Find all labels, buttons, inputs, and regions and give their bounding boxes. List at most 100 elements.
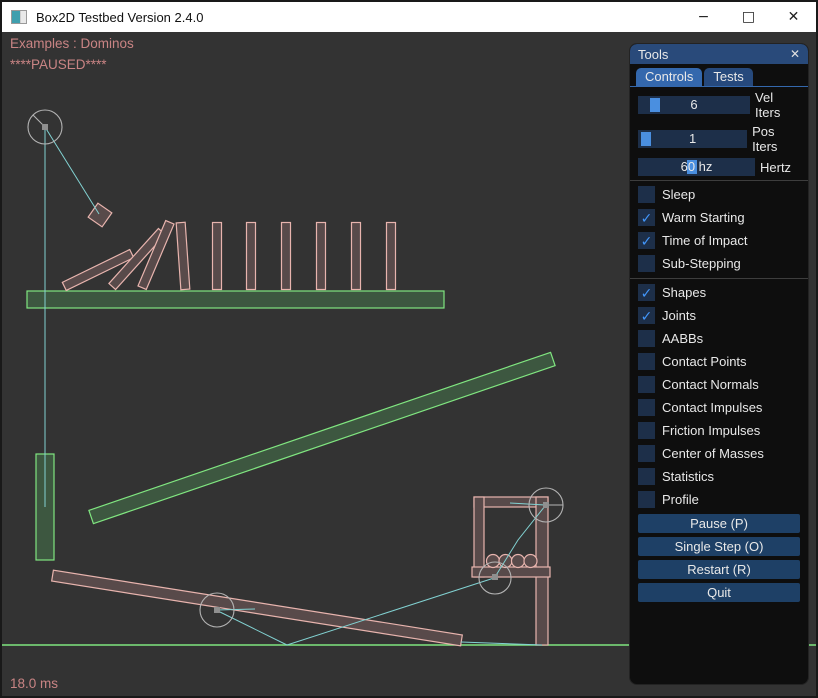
joint-line — [45, 127, 99, 214]
frame-time-label: 18.0 ms — [10, 676, 58, 691]
domino-6 — [352, 223, 361, 290]
physics-canvas[interactable]: Examples : Dominos ****PAUSED**** 18.0 m… — [2, 32, 816, 698]
tab-tests[interactable]: Tests — [704, 68, 752, 86]
separator — [630, 180, 808, 181]
checkbox-checked-icon[interactable]: ✓ — [638, 284, 655, 301]
checkbox-checked-icon[interactable]: ✓ — [638, 232, 655, 249]
close-button[interactable]: ✕ — [771, 2, 816, 32]
single-step-o-button[interactable]: Single Step (O) — [638, 537, 800, 556]
checkbox-label: Friction Impulses — [662, 423, 760, 438]
checkbox-label: Profile — [662, 492, 699, 507]
checkbox-label: Warm Starting — [662, 210, 745, 225]
checkbox-box[interactable] — [638, 376, 655, 393]
checkbox-box[interactable] — [638, 422, 655, 439]
slider-track[interactable]: 60 hz — [638, 158, 755, 176]
restart-r-button[interactable]: Restart (R) — [638, 560, 800, 579]
maximize-button[interactable]: □ — [726, 2, 771, 32]
checkbox-sleep[interactable]: Sleep — [638, 186, 800, 203]
checkbox-aabbs[interactable]: AABBs — [638, 330, 800, 347]
domino-1 — [176, 222, 190, 289]
tools-panel-header[interactable]: Tools ✕ — [630, 44, 808, 64]
slider-value: 1 — [638, 130, 747, 148]
window-title: Box2D Testbed Version 2.4.0 — [36, 10, 203, 25]
checkbox-shapes[interactable]: ✓ Shapes — [638, 284, 800, 301]
checkbox-sub-stepping[interactable]: Sub-Stepping — [638, 255, 800, 272]
panel-tabs: ControlsTests — [630, 68, 808, 87]
app-window: Box2D Testbed Version 2.4.0 − □ ✕ Exampl… — [0, 0, 818, 698]
checkbox-box[interactable] — [638, 399, 655, 416]
slider-label: Hertz — [760, 160, 791, 175]
center-marker — [492, 574, 498, 580]
checkbox-checked-icon[interactable]: ✓ — [638, 209, 655, 226]
slider-label: Vel Iters — [755, 90, 800, 120]
checkbox-time-of-impact[interactable]: ✓ Time of Impact — [638, 232, 800, 249]
checkbox-box[interactable] — [638, 353, 655, 370]
ball-4 — [524, 555, 537, 568]
quit-button[interactable]: Quit — [638, 583, 800, 602]
domino-4 — [282, 223, 291, 290]
titlebar: Box2D Testbed Version 2.4.0 − □ ✕ — [2, 2, 816, 32]
slider-track[interactable]: 6 — [638, 96, 750, 114]
checkbox-box[interactable] — [638, 445, 655, 462]
example-label: Examples : Dominos — [10, 36, 134, 51]
window-controls: − □ ✕ — [681, 2, 816, 32]
checkbox-label: Joints — [662, 308, 696, 323]
domino-2 — [213, 223, 222, 290]
pause-p-button[interactable]: Pause (P) — [638, 514, 800, 533]
checkbox-label: Statistics — [662, 469, 714, 484]
button-section: Pause (P) Single Step (O) Restart (R) Quit — [630, 514, 808, 602]
paused-label: ****PAUSED**** — [10, 57, 107, 72]
app-icon — [11, 10, 27, 24]
center-marker — [214, 607, 220, 613]
checkbox-label: Sub-Stepping — [662, 256, 741, 271]
checkbox-box[interactable] — [638, 491, 655, 508]
checkbox-label: Contact Normals — [662, 377, 759, 392]
checkbox-box[interactable] — [638, 330, 655, 347]
center-marker — [543, 502, 549, 508]
checkbox-box[interactable] — [638, 186, 655, 203]
slider-track[interactable]: 1 — [638, 130, 747, 148]
checkbox-label: Sleep — [662, 187, 695, 202]
center-marker — [42, 124, 48, 130]
checkbox-profile[interactable]: Profile — [638, 491, 800, 508]
checkbox-label: Contact Points — [662, 354, 747, 369]
separator — [630, 278, 808, 279]
checkbox-checked-icon[interactable]: ✓ — [638, 307, 655, 324]
checkbox-label: AABBs — [662, 331, 703, 346]
checkbox-label: Shapes — [662, 285, 706, 300]
checkbox-box[interactable] — [638, 255, 655, 272]
ball-1 — [487, 555, 500, 568]
domino-shelf — [27, 291, 444, 308]
checkbox-box[interactable] — [638, 468, 655, 485]
checkbox-center-of-masses[interactable]: Center of Masses — [638, 445, 800, 462]
slider-row-hertz: 60 hz Hertz — [638, 158, 800, 176]
domino-3 — [247, 223, 256, 290]
domino-5 — [317, 223, 326, 290]
pendulum-bob — [88, 203, 112, 227]
slider-label: Pos Iters — [752, 124, 800, 154]
checkbox-statistics[interactable]: Statistics — [638, 468, 800, 485]
minimize-button[interactable]: − — [681, 2, 726, 32]
checkbox-joints[interactable]: ✓ Joints — [638, 307, 800, 324]
checkbox-section: Sleep ✓ Warm Starting ✓ Time of Impact Sub-St… — [630, 186, 808, 508]
slider-section: 6 Vel Iters 1 Pos Iters 60 hz Hertz — [630, 90, 808, 176]
slider-value: 6 — [638, 96, 750, 114]
slider-row-pos-iters: 1 Pos Iters — [638, 124, 800, 154]
checkbox-contact-points[interactable]: Contact Points — [638, 353, 800, 370]
checkbox-warm-starting[interactable]: ✓ Warm Starting — [638, 209, 800, 226]
domino-7 — [387, 223, 396, 290]
slider-row-vel-iters: 6 Vel Iters — [638, 90, 800, 120]
checkbox-contact-impulses[interactable]: Contact Impulses — [638, 399, 800, 416]
checkbox-label: Time of Impact — [662, 233, 747, 248]
stand-left-post — [474, 497, 484, 577]
checkbox-label: Contact Impulses — [662, 400, 762, 415]
tools-panel-title: Tools — [638, 47, 668, 62]
tab-controls[interactable]: Controls — [636, 68, 702, 86]
panel-close-icon[interactable]: ✕ — [790, 48, 800, 60]
slider-value: 60 hz — [638, 158, 755, 176]
checkbox-label: Center of Masses — [662, 446, 764, 461]
tools-panel: Tools ✕ ControlsTests 6 Vel Iters 1 Pos Ite… — [629, 43, 809, 685]
ball-3 — [512, 555, 525, 568]
checkbox-friction-impulses[interactable]: Friction Impulses — [638, 422, 800, 439]
checkbox-contact-normals[interactable]: Contact Normals — [638, 376, 800, 393]
